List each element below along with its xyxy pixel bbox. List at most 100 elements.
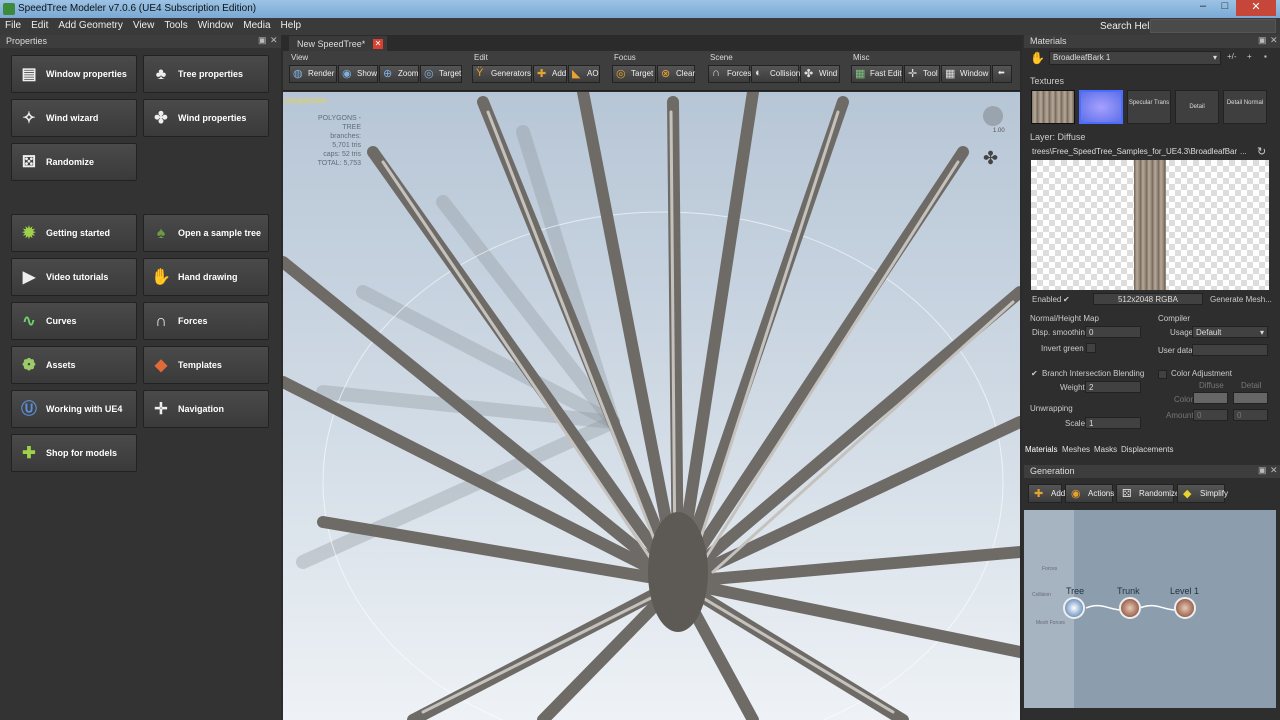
undock-icon[interactable]: ▣ xyxy=(258,35,267,46)
tool-button[interactable]: ✛ Tool xyxy=(904,65,940,83)
collision-button[interactable]: ◐ Collision xyxy=(751,65,800,83)
properties-panel-header: Properties ▣ ✕ xyxy=(0,35,281,48)
diffuse-texture-swatch[interactable] xyxy=(1031,90,1075,124)
arrow-left-icon: ⬅ xyxy=(998,68,1005,77)
detail-amount-input[interactable]: 0 xyxy=(1233,409,1268,421)
tab-masks[interactable]: Masks xyxy=(1094,445,1117,454)
close-button[interactable]: ✕ xyxy=(1236,0,1276,16)
open-sample-tree-tile[interactable]: ♠ Open a sample tree xyxy=(143,214,269,252)
shop-for-models-tile[interactable]: ✚ Shop for models xyxy=(11,434,137,472)
undock-icon[interactable]: ▣ xyxy=(1258,465,1267,476)
panel-close-icon[interactable]: ✕ xyxy=(270,35,278,46)
tab-meshes[interactable]: Meshes xyxy=(1062,445,1090,454)
menu-window[interactable]: Window xyxy=(193,18,239,33)
clear-icon: ⊗ xyxy=(661,68,671,80)
disp-smoothing-input[interactable]: 0 xyxy=(1085,326,1141,338)
weight-input[interactable]: 2 xyxy=(1085,381,1141,393)
assets-tile[interactable]: ❁ Assets xyxy=(11,346,137,384)
fast-edit-button[interactable]: ▦ Fast Edit xyxy=(851,65,903,83)
hand-icon[interactable]: ✋ xyxy=(1030,51,1046,67)
wind-wizard-tile[interactable]: ✧ Wind wizard xyxy=(11,99,137,137)
menu-add-geometry[interactable]: Add Geometry xyxy=(53,18,127,33)
generator-graph[interactable]: Forces Collision Mesh Forces Tree Trunk … xyxy=(1024,510,1276,708)
window-button[interactable]: ▦ Window xyxy=(941,65,991,83)
tree-properties-tile[interactable]: ♣ Tree properties xyxy=(143,55,269,93)
menu-view[interactable]: View xyxy=(128,18,160,33)
undock-icon[interactable]: ▣ xyxy=(1258,35,1267,46)
texture-path[interactable]: trees\Free_SpeedTree_Samples_for_UE4.3\B… xyxy=(1032,147,1237,156)
menu-file[interactable]: File xyxy=(0,18,26,33)
detail-normal-slot[interactable]: Detail Normal xyxy=(1223,90,1267,124)
diffuse-amount-input[interactable]: 0 xyxy=(1193,409,1228,421)
material-select[interactable]: BroadleafBark 1 ▾ xyxy=(1049,51,1221,65)
actions-button[interactable]: ◉ Actions xyxy=(1065,484,1114,503)
wind-button[interactable]: ✤ Wind xyxy=(800,65,840,83)
menu-edit[interactable]: Edit xyxy=(26,18,53,33)
color-adjustment-checkbox[interactable] xyxy=(1158,370,1167,379)
templates-tile[interactable]: ◆ Templates xyxy=(143,346,269,384)
refresh-icon[interactable]: ↻ xyxy=(1257,145,1266,158)
diffuse-color-swatch[interactable] xyxy=(1193,392,1228,404)
collapse-toolbar-button[interactable]: ⬅ xyxy=(992,65,1012,83)
specular-trans-slot[interactable]: Specular Trans xyxy=(1127,90,1171,124)
show-button[interactable]: ◉ Show xyxy=(338,65,378,83)
user-data-input[interactable] xyxy=(1192,344,1268,356)
generation-add-button[interactable]: ✚ Add xyxy=(1028,484,1065,503)
working-with-ue4-tile[interactable]: Ⓤ Working with UE4 xyxy=(11,390,137,428)
render-button[interactable]: ◍ Render xyxy=(289,65,337,83)
curves-tile[interactable]: ∿ Curves xyxy=(11,302,137,340)
forces-tile[interactable]: ∩ Forces xyxy=(143,302,269,340)
randomize-tile[interactable]: ⚄ Randomize xyxy=(11,143,137,181)
focus-target-button[interactable]: ◎ Target xyxy=(612,65,656,83)
view-target-button[interactable]: ◎ Target xyxy=(420,65,462,83)
tree-node[interactable] xyxy=(1063,597,1085,619)
normal-texture-swatch[interactable] xyxy=(1079,90,1123,124)
panel-close-icon[interactable]: ✕ xyxy=(1270,465,1278,476)
trunk-node[interactable] xyxy=(1119,597,1141,619)
generate-mesh-button[interactable]: Generate Mesh... xyxy=(1210,295,1272,304)
group-misc-label: Misc xyxy=(853,53,870,62)
scale-input[interactable]: 1 xyxy=(1085,417,1141,429)
video-tutorials-tile[interactable]: ▶ Video tutorials xyxy=(11,258,137,296)
detail-color-swatch[interactable] xyxy=(1233,392,1268,404)
panel-close-icon[interactable]: ✕ xyxy=(1270,35,1278,46)
3d-viewport[interactable]: perspective POLYGONS - TREE branches: 5,… xyxy=(283,92,1020,720)
hand-drawing-tile[interactable]: ✋ Hand drawing xyxy=(143,258,269,296)
menu-tools[interactable]: Tools xyxy=(159,18,192,33)
usage-select[interactable]: Default ▾ xyxy=(1192,326,1268,338)
invert-green-checkbox[interactable] xyxy=(1086,343,1096,353)
delete-material-icon[interactable]: ▪ xyxy=(1264,52,1267,61)
document-tab[interactable]: New SpeedTree* ✕ xyxy=(289,36,387,51)
move-tool-icon: ✛ xyxy=(908,68,918,80)
simplify-button[interactable]: ◆ Simplify xyxy=(1177,484,1228,503)
wind-properties-tile[interactable]: ✤ Wind properties xyxy=(143,99,269,137)
ao-button[interactable]: ◣ AO xyxy=(568,65,600,83)
search-help-input[interactable] xyxy=(1150,19,1276,33)
tab-close-icon[interactable]: ✕ xyxy=(373,39,383,49)
level1-node[interactable] xyxy=(1174,597,1196,619)
wind-fan-icon[interactable]: ✤ xyxy=(983,148,998,169)
detail-slot[interactable]: Detail xyxy=(1175,90,1219,124)
maximize-button[interactable]: □ xyxy=(1214,0,1236,16)
branch-blend-checkbox[interactable]: ✔ xyxy=(1031,369,1038,378)
zoom-button[interactable]: ⊕ Zoom xyxy=(379,65,419,83)
orientation-gizmo-icon[interactable] xyxy=(983,106,1003,126)
enabled-checkbox[interactable]: ✔ xyxy=(1063,295,1070,304)
tab-materials[interactable]: Materials xyxy=(1025,445,1057,454)
randomize-button[interactable]: ⚄ Randomize xyxy=(1116,484,1179,503)
add-button[interactable]: ✚ Add xyxy=(533,65,567,83)
navigation-tile[interactable]: ✛ Navigation xyxy=(143,390,269,428)
menu-help[interactable]: Help xyxy=(276,18,307,33)
forces-button[interactable]: ∩ Forces xyxy=(708,65,751,83)
generators-button[interactable]: Ÿ Generators xyxy=(472,65,532,83)
tab-displacements[interactable]: Displacements xyxy=(1121,445,1173,454)
generation-panel-header: Generation ▣ ✕ xyxy=(1024,465,1280,478)
menu-media[interactable]: Media xyxy=(238,18,275,33)
new-material-icon[interactable]: + xyxy=(1247,52,1252,61)
minimize-button[interactable]: – xyxy=(1192,0,1214,16)
focus-clear-button[interactable]: ⊗ Clear xyxy=(657,65,695,83)
add-material-icon[interactable]: +/- xyxy=(1227,52,1237,61)
window-properties-tile[interactable]: ▤ Window properties xyxy=(11,55,137,93)
browse-button[interactable]: ... xyxy=(1240,147,1247,156)
getting-started-tile[interactable]: ✹ Getting started xyxy=(11,214,137,252)
